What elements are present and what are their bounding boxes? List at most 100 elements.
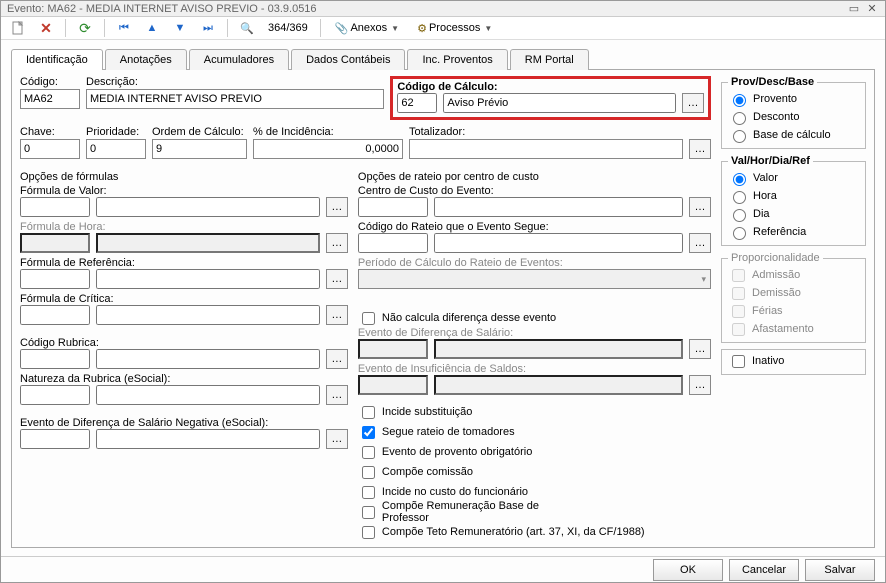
periodo-combo: ▾	[358, 269, 711, 289]
formula-valor-lookup[interactable]: …	[326, 197, 348, 217]
ok-button[interactable]: OK	[653, 559, 723, 581]
afastamento-check	[732, 323, 745, 336]
tabs: Identificação Anotações Acumuladores Dad…	[11, 48, 875, 70]
centro-lookup[interactable]: …	[689, 197, 711, 217]
codigo-rateio-desc[interactable]	[434, 233, 683, 253]
content: Identificação Anotações Acumuladores Dad…	[1, 40, 885, 556]
compoe-comissao-check[interactable]	[362, 466, 375, 479]
toolbar: ✕ ⟳ ⏮ ▲ ▼ ⏭ 🔍 364/369 📎 Anexos ▼ ⚙ Proce…	[1, 17, 885, 40]
totalizador-lookup[interactable]: …	[689, 139, 711, 159]
provento-obrig-check[interactable]	[362, 446, 375, 459]
val-hor-dia-ref-panel: Val/Hor/Dia/Ref Valor Hora Dia Referênci…	[721, 155, 866, 246]
totalizador-input[interactable]	[409, 139, 683, 159]
formula-valor-desc[interactable]	[96, 197, 320, 217]
base-radio[interactable]	[733, 130, 746, 143]
anexos-menu[interactable]: 📎 Anexos ▼	[329, 20, 405, 37]
last-icon[interactable]: ⏭	[197, 17, 219, 39]
inativo-check[interactable]	[732, 355, 745, 368]
delete-icon[interactable]: ✕	[35, 17, 57, 39]
formula-ref-desc[interactable]	[96, 269, 320, 289]
pct-input[interactable]	[253, 139, 403, 159]
teto-check[interactable]	[362, 526, 375, 539]
tab-rm-portal[interactable]: RM Portal	[510, 49, 589, 70]
valor-radio[interactable]	[733, 173, 746, 186]
hora-radio[interactable]	[733, 191, 746, 204]
salvar-button[interactable]: Salvar	[805, 559, 875, 581]
dif-salario-lookup: …	[689, 339, 711, 359]
tab-identificacao[interactable]: Identificação	[11, 49, 103, 70]
incide-sub-check[interactable]	[362, 406, 375, 419]
form-area: Código: Descrição: Código de Cálculo:	[11, 70, 875, 548]
formula-hora-label: Fórmula de Hora:	[20, 221, 348, 233]
formula-critica-code[interactable]	[20, 305, 90, 325]
centro-label: Centro de Custo do Evento:	[358, 185, 711, 197]
natureza-code[interactable]	[20, 385, 90, 405]
rubrica-desc[interactable]	[96, 349, 320, 369]
codigo-calculo-lookup[interactable]: …	[682, 93, 704, 113]
prev-icon[interactable]: ▲	[141, 17, 163, 39]
prop-title: Proporcionalidade	[728, 252, 823, 264]
tab-dados-contabeis[interactable]: Dados Contábeis	[291, 49, 405, 70]
dif-salario-desc	[434, 339, 683, 359]
search-icon[interactable]: 🔍	[236, 17, 258, 39]
prioridade-label: Prioridade:	[86, 126, 146, 138]
refresh-icon[interactable]: ⟳	[74, 17, 96, 39]
prioridade-input[interactable]	[86, 139, 146, 159]
dif-neg-desc[interactable]	[96, 429, 320, 449]
formula-hora-desc	[96, 233, 320, 253]
window: Evento: MA62 - MEDIA INTERNET AVISO PREV…	[0, 0, 886, 583]
dia-radio[interactable]	[733, 209, 746, 222]
new-icon[interactable]	[7, 17, 29, 39]
codigo-input[interactable]	[20, 89, 80, 109]
restore-icon[interactable]: ▭	[847, 2, 861, 16]
formula-critica-label: Fórmula de Crítica:	[20, 293, 348, 305]
compoe-prof-check[interactable]	[362, 506, 375, 519]
nao-calcula-check[interactable]	[362, 312, 375, 325]
codigo-calculo-label: Código de Cálculo:	[397, 81, 497, 93]
processos-menu[interactable]: ⚙ Processos ▼	[411, 20, 498, 37]
centro-desc[interactable]	[434, 197, 683, 217]
natureza-lookup[interactable]: …	[326, 385, 348, 405]
codigo-calculo-desc-input[interactable]	[443, 93, 676, 113]
codigo-rateio-code[interactable]	[358, 233, 428, 253]
formula-ref-code[interactable]	[20, 269, 90, 289]
record-counter: 364/369	[264, 22, 312, 34]
rubrica-lookup[interactable]: …	[326, 349, 348, 369]
dif-neg-lookup[interactable]: …	[326, 429, 348, 449]
pct-label: % de Incidência:	[253, 126, 403, 138]
formula-valor-label: Fórmula de Valor:	[20, 185, 348, 197]
descricao-input[interactable]	[86, 89, 384, 109]
codigo-rateio-label: Código do Rateio que o Evento Segue:	[358, 221, 711, 233]
dif-neg-code[interactable]	[20, 429, 90, 449]
ordem-label: Ordem de Cálculo:	[152, 126, 247, 138]
referencia-radio[interactable]	[733, 227, 746, 240]
formula-ref-lookup[interactable]: …	[326, 269, 348, 289]
provento-radio[interactable]	[733, 94, 746, 107]
dif-salario-code	[358, 339, 428, 359]
natureza-desc[interactable]	[96, 385, 320, 405]
window-title: Evento: MA62 - MEDIA INTERNET AVISO PREV…	[7, 3, 847, 15]
tab-anotacoes[interactable]: Anotações	[105, 49, 187, 70]
attachment-icon: 📎	[335, 22, 349, 35]
chave-input[interactable]	[20, 139, 80, 159]
close-icon[interactable]: ✕	[865, 2, 879, 16]
formula-valor-code[interactable]	[20, 197, 90, 217]
nao-calcula-label: Não calcula diferença desse evento	[382, 312, 556, 324]
cancelar-button[interactable]: Cancelar	[729, 559, 799, 581]
rubrica-code[interactable]	[20, 349, 90, 369]
natureza-label: Natureza da Rubrica (eSocial):	[20, 373, 348, 385]
codigo-rateio-lookup[interactable]: …	[689, 233, 711, 253]
desconto-radio[interactable]	[733, 112, 746, 125]
tab-acumuladores[interactable]: Acumuladores	[189, 49, 289, 70]
incide-func-check[interactable]	[362, 486, 375, 499]
ordem-input[interactable]	[152, 139, 247, 159]
formula-critica-lookup[interactable]: …	[326, 305, 348, 325]
formula-critica-desc[interactable]	[96, 305, 320, 325]
next-icon[interactable]: ▼	[169, 17, 191, 39]
first-icon[interactable]: ⏮	[113, 17, 135, 39]
tab-inc-proventos[interactable]: Inc. Proventos	[407, 49, 507, 70]
centro-code[interactable]	[358, 197, 428, 217]
descricao-label: Descrição:	[86, 76, 384, 88]
codigo-calculo-num-input[interactable]	[397, 93, 437, 113]
segue-tomadores-check[interactable]	[362, 426, 375, 439]
